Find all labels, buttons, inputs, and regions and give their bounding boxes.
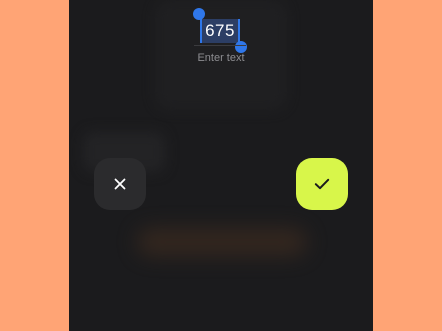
app-screen: 675 Enter text	[69, 0, 373, 331]
selection-end-caret	[238, 19, 240, 43]
text-input-field[interactable]: 675 Enter text	[180, 8, 262, 66]
confirm-button[interactable]	[296, 158, 348, 210]
input-value[interactable]: 675	[200, 19, 240, 43]
background-glow	[137, 228, 307, 256]
input-underline	[194, 45, 246, 46]
text-selection[interactable]: 675	[193, 8, 247, 53]
checkmark-icon	[314, 178, 330, 190]
input-placeholder: Enter text	[197, 52, 245, 64]
cancel-button[interactable]	[94, 158, 146, 210]
selection-start-caret	[200, 19, 202, 43]
close-icon	[114, 178, 126, 190]
selection-start-handle[interactable]	[193, 8, 205, 20]
stage: 675 Enter text	[0, 0, 442, 331]
